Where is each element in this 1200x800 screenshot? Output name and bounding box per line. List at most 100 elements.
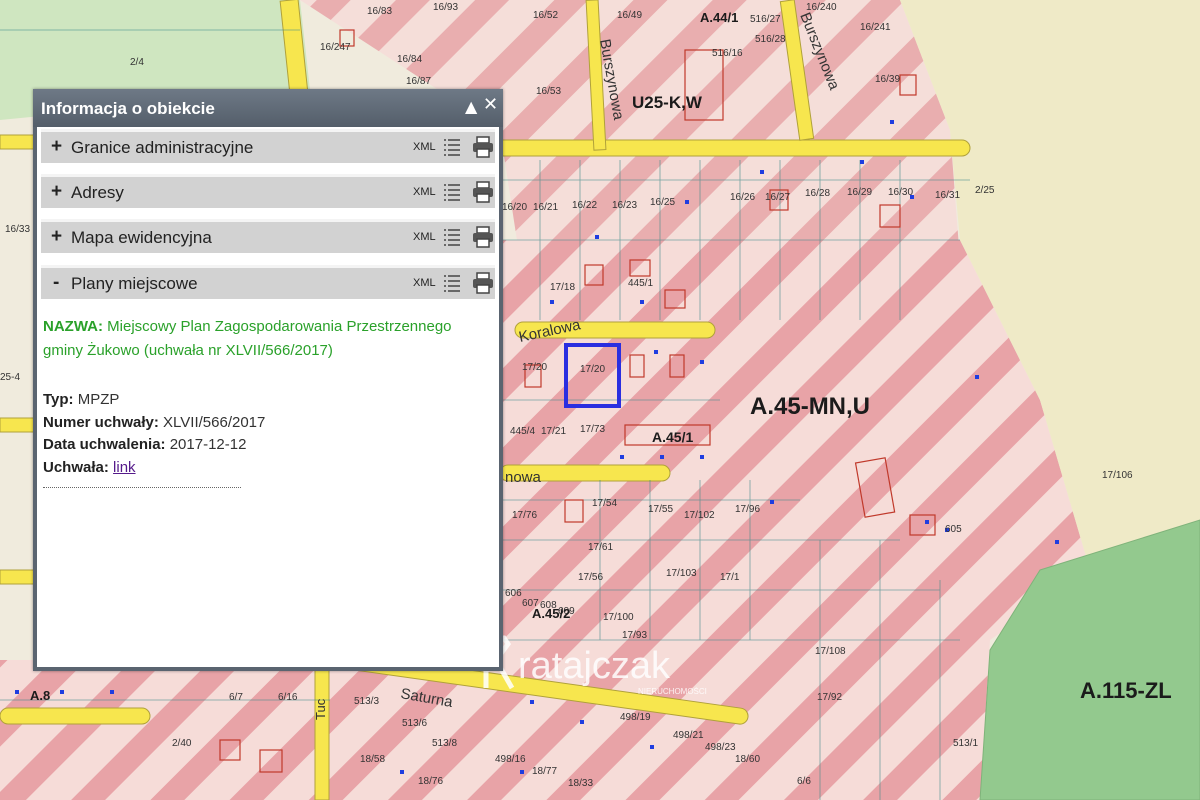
zone-label-u25: U25-K,W — [632, 93, 703, 112]
svg-text:498/16: 498/16 — [495, 754, 526, 765]
svg-text:498/19: 498/19 — [620, 712, 651, 723]
panel-header[interactable]: Informacja o obiekcie ▲ ✕ — [33, 89, 503, 127]
dotted-divider — [43, 481, 241, 488]
svg-text:16/83: 16/83 — [367, 6, 392, 17]
svg-text:16/20: 16/20 — [502, 202, 527, 213]
svg-text:17/102: 17/102 — [684, 510, 715, 521]
list-icon[interactable] — [443, 273, 461, 293]
svg-text:445/4: 445/4 — [510, 426, 535, 437]
zone-label-a44: A.44/1 — [700, 10, 738, 25]
numer-label: Numer uchwały: — [43, 413, 159, 431]
svg-text:16/22: 16/22 — [572, 200, 597, 211]
section-label[interactable]: Plany miejscowe — [71, 274, 198, 294]
svg-text:ratajczak: ratajczak — [518, 645, 671, 687]
svg-text:16/31: 16/31 — [935, 190, 960, 201]
svg-text:18/33: 18/33 — [568, 778, 593, 789]
svg-text:17/103: 17/103 — [666, 568, 697, 579]
close-icon[interactable]: ✕ — [483, 96, 498, 114]
svg-text:16/93: 16/93 — [433, 2, 458, 13]
svg-text:18/76: 18/76 — [418, 776, 443, 787]
list-icon[interactable] — [443, 182, 461, 202]
zone-label-a45-1: A.45/1 — [652, 429, 693, 445]
svg-text:2/40: 2/40 — [172, 738, 192, 749]
svg-text:16/39: 16/39 — [875, 74, 900, 85]
list-icon[interactable] — [443, 227, 461, 247]
zone-label-a8: A.8 — [30, 688, 50, 703]
section-label[interactable]: Granice administracyjne — [71, 138, 253, 158]
svg-text:16/30: 16/30 — [888, 187, 913, 198]
zone-label-mnu: A.45-MN,U — [750, 393, 870, 420]
data-value: 2017-12-12 — [169, 436, 247, 453]
svg-text:16/241: 16/241 — [860, 22, 891, 33]
section-label[interactable]: Mapa ewidencyjna — [71, 228, 212, 248]
xml-button[interactable]: XML — [413, 141, 436, 153]
section-granice-administracyjne[interactable]: + Granice administracyjne XML — [41, 129, 495, 163]
svg-text:17/108: 17/108 — [815, 646, 846, 657]
section-mapa-ewidencyjna[interactable]: + Mapa ewidencyjna XML — [41, 219, 495, 253]
svg-text:2/25: 2/25 — [975, 185, 995, 196]
svg-text:17/21: 17/21 — [541, 426, 566, 437]
svg-text:25-4: 25-4 — [0, 372, 20, 383]
svg-text:17/1: 17/1 — [720, 572, 740, 583]
svg-text:17/73: 17/73 — [580, 424, 605, 435]
typ-label: Typ: — [43, 391, 74, 408]
svg-text:17/56: 17/56 — [578, 572, 603, 583]
resolution-link[interactable]: link — [113, 459, 136, 476]
svg-text:17/92: 17/92 — [817, 692, 842, 703]
svg-text:16/247: 16/247 — [320, 42, 351, 53]
street-label-nowa: nowa — [505, 469, 542, 486]
expand-toggle[interactable]: + — [51, 226, 62, 248]
svg-text:16/21: 16/21 — [533, 202, 558, 213]
svg-text:513/8: 513/8 — [432, 738, 457, 749]
printer-icon[interactable] — [472, 272, 494, 294]
svg-text:6/7: 6/7 — [229, 692, 243, 703]
resolution-number-row: Numer uchwały: XLVII/566/2017 — [43, 412, 483, 435]
svg-text:16/26: 16/26 — [730, 192, 755, 203]
svg-text:6/16: 6/16 — [278, 692, 298, 703]
printer-icon[interactable] — [472, 136, 494, 158]
printer-icon[interactable] — [472, 181, 494, 203]
collapse-toggle[interactable]: - — [53, 272, 59, 294]
svg-text:16/87: 16/87 — [406, 76, 431, 87]
svg-text:16/28: 16/28 — [805, 188, 830, 199]
svg-text:498/21: 498/21 — [673, 730, 704, 741]
svg-text:2/4: 2/4 — [130, 57, 144, 68]
svg-text:16/23: 16/23 — [612, 200, 637, 211]
svg-text:17/54: 17/54 — [592, 498, 617, 509]
svg-text:606: 606 — [505, 588, 522, 599]
svg-text:16/84: 16/84 — [397, 54, 422, 65]
data-label: Data uchwalenia: — [43, 436, 166, 453]
svg-text:16/27: 16/27 — [765, 192, 790, 203]
zone-label-zl: A.115-ZL — [1080, 678, 1172, 703]
expand-toggle[interactable]: + — [51, 136, 62, 158]
resolution-link-row: Uchwała: link — [43, 457, 483, 480]
svg-text:16/33: 16/33 — [5, 224, 30, 235]
svg-text:498/23: 498/23 — [705, 742, 736, 753]
svg-text:516/27: 516/27 — [750, 14, 781, 25]
svg-text:17/18: 17/18 — [550, 282, 575, 293]
section-label[interactable]: Adresy — [71, 183, 124, 203]
svg-text:513/3: 513/3 — [354, 696, 379, 707]
svg-text:17/96: 17/96 — [735, 504, 760, 515]
svg-text:17/76: 17/76 — [512, 510, 537, 521]
xml-button[interactable]: XML — [413, 186, 436, 198]
svg-text:6/6: 6/6 — [797, 776, 811, 787]
nazwa-value: Miejscowy Plan Zagospodarowania Przestrz… — [43, 318, 452, 359]
triangle-up-icon[interactable]: ▲ — [465, 98, 477, 116]
svg-text:17/100: 17/100 — [603, 612, 634, 623]
zone-label-a45-2: A.45/2 — [532, 606, 570, 621]
plan-type-row: Typ: MPZP — [43, 389, 483, 412]
xml-button[interactable]: XML — [413, 277, 436, 289]
svg-text:513/1: 513/1 — [953, 738, 978, 749]
section-plany-miejscowe[interactable]: - Plany miejscowe XML — [41, 265, 495, 299]
xml-button[interactable]: XML — [413, 231, 436, 243]
svg-text:445/1: 445/1 — [628, 278, 653, 289]
expand-toggle[interactable]: + — [51, 181, 62, 203]
svg-text:17/106: 17/106 — [1102, 470, 1133, 481]
printer-icon[interactable] — [472, 226, 494, 248]
svg-text:NIERUCHOMOŚCI: NIERUCHOMOŚCI — [638, 687, 707, 696]
svg-text:516/28: 516/28 — [755, 34, 786, 45]
section-adresy[interactable]: + Adresy XML — [41, 174, 495, 208]
svg-text:16/52: 16/52 — [533, 10, 558, 21]
list-icon[interactable] — [443, 137, 461, 157]
